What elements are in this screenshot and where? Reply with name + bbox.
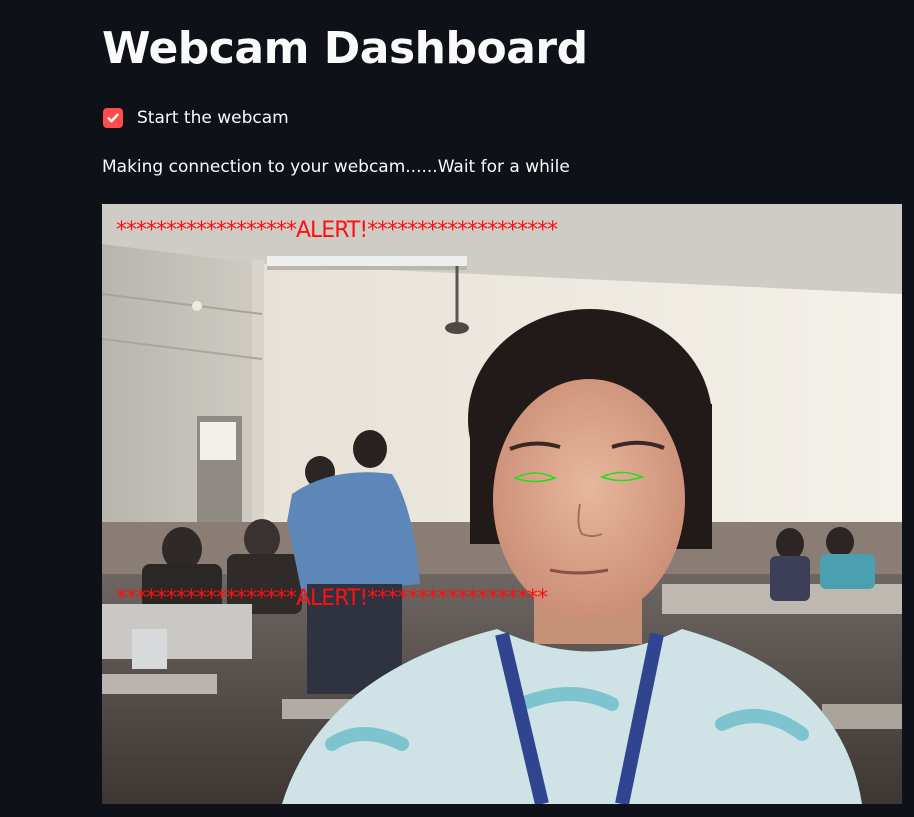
webcam-frame: ******************ALERT!****************… xyxy=(102,204,902,804)
alert-overlay-top: ******************ALERT!****************… xyxy=(116,218,558,243)
page-title: Webcam Dashboard xyxy=(102,23,588,74)
checkbox-checked-box[interactable] xyxy=(103,108,123,128)
webcam-image xyxy=(102,204,902,804)
status-message: Making connection to your webcam......Wa… xyxy=(102,157,570,177)
checkbox-label: Start the webcam xyxy=(137,108,289,128)
alert-overlay-bottom: ******************ALERT!****************… xyxy=(116,586,548,611)
start-webcam-checkbox[interactable]: Start the webcam xyxy=(103,106,289,130)
checkmark-icon xyxy=(107,113,119,123)
app-root: Webcam Dashboard Start the webcam Making… xyxy=(0,0,914,817)
